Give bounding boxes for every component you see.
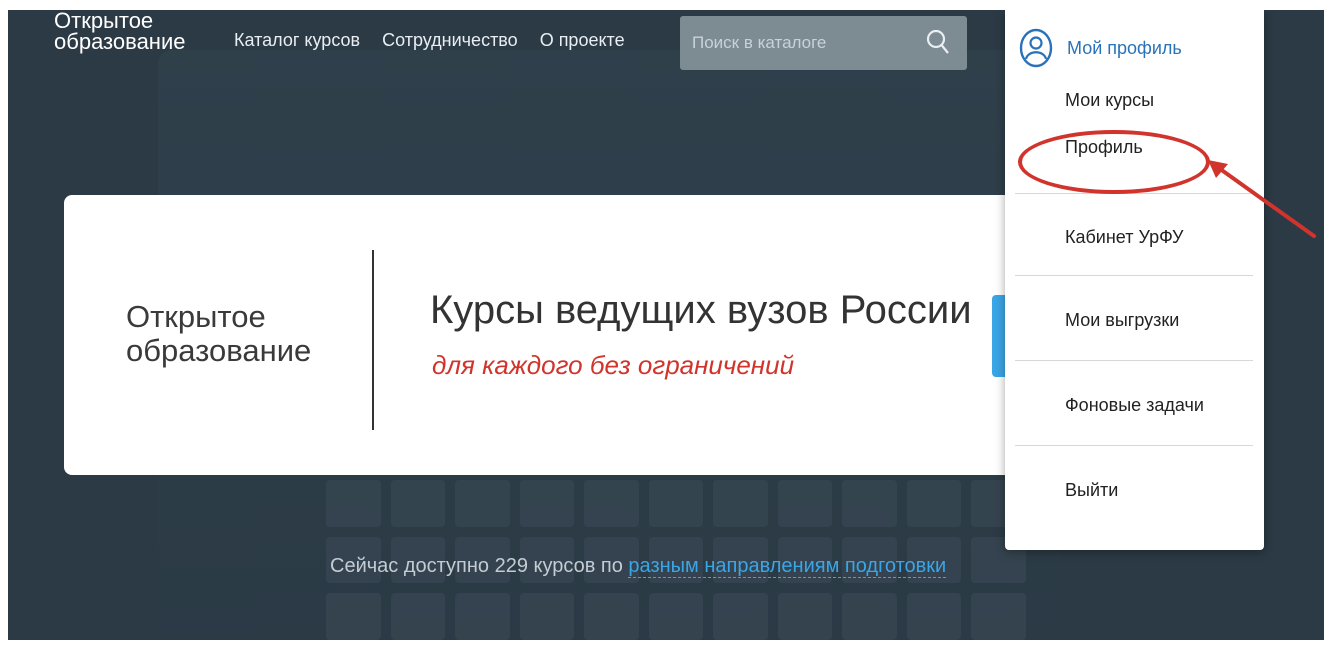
hero-logo: Открытое образование [126,300,311,368]
search-icon[interactable] [923,27,953,57]
profile-dropdown: Мой профиль Мои курсы Профиль Кабинет Ур… [1005,10,1264,550]
nav-about[interactable]: О проекте [540,30,625,51]
header-logo[interactable]: Открытое образование [54,10,186,54]
header-logo-line1: Открытое [54,10,154,33]
search-box [680,16,967,70]
hero-button-edge[interactable] [992,295,1006,377]
menu-item-my-courses[interactable]: Мои курсы [1065,90,1154,111]
hero-headline: Курсы ведущих вузов России [430,288,972,332]
menu-divider [1015,360,1253,361]
profile-menu-header[interactable]: Мой профиль [1019,28,1182,68]
menu-item-my-exports[interactable]: Мои выгрузки [1065,310,1179,331]
menu-divider [1015,275,1253,276]
search-input[interactable] [690,28,924,58]
courses-count-label: Сейчас доступно 229 курсов по [330,555,629,577]
highlight-ellipse [1018,130,1210,194]
user-icon [1019,28,1053,68]
hero-logo-line2: образование [126,333,312,368]
annotation-arrow-icon [1208,160,1316,238]
menu-divider [1015,445,1253,446]
profile-menu-title: Мой профиль [1067,37,1182,58]
hero-logo-line1: Открытое [126,299,266,334]
hero-tagline: для каждого без ограничений [432,350,795,380]
menu-item-urfu-cabinet[interactable]: Кабинет УрФУ [1065,227,1183,248]
main-nav: Каталог курсов Сотрудничество О проекте [234,30,625,51]
header-logo-line2: образование [54,29,186,54]
hero-divider [372,250,374,430]
page-background: Открытое образование Каталог курсов Сотр… [8,10,1324,640]
nav-catalog[interactable]: Каталог курсов [234,30,360,51]
directions-link[interactable]: разным направлениям подготовки [628,555,947,578]
nav-cooperation[interactable]: Сотрудничество [382,30,518,51]
courses-count-text: Сейчас доступно 229 курсов по разным нап… [330,555,947,578]
menu-item-logout[interactable]: Выйти [1065,480,1118,501]
menu-item-background-tasks[interactable]: Фоновые задачи [1065,395,1204,416]
